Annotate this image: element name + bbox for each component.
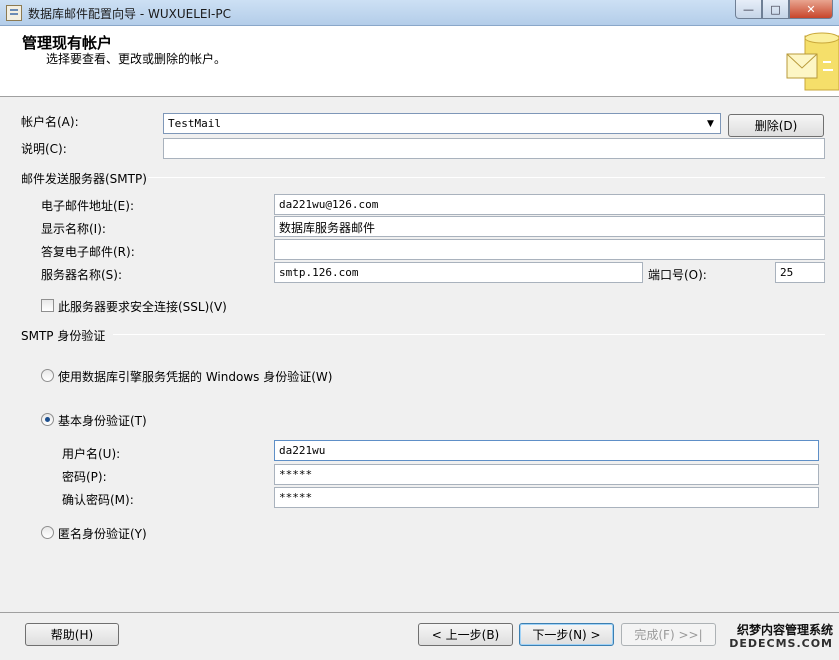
account-name-label: 帐户名(A): — [21, 115, 79, 129]
chevron-down-icon[interactable]: ▼ — [703, 116, 718, 131]
watermark: 织梦内容管理系统 DEDECMS.COM — [727, 623, 833, 651]
anonymous-auth-radio[interactable] — [41, 526, 54, 539]
email-label: 电子邮件地址(E): — [41, 199, 134, 213]
smtp-group-label: 邮件发送服务器(SMTP) — [21, 172, 147, 186]
username-input[interactable]: da221wu — [274, 440, 819, 461]
ssl-checkbox[interactable] — [41, 299, 54, 312]
port-input[interactable]: 25 — [775, 262, 825, 283]
wizard-header: 管理现有帐户 选择要查看、更改或删除的帐户。 — [0, 26, 839, 97]
description-label: 说明(C): — [21, 142, 67, 156]
confirm-password-label: 确认密码(M): — [62, 493, 134, 507]
maximize-button[interactable]: □ — [762, 0, 789, 19]
page-subtitle: 选择要查看、更改或删除的帐户。 — [46, 52, 227, 66]
auth-group-divider — [113, 334, 825, 335]
back-button[interactable]: < 上一步(B) — [418, 623, 513, 646]
app-icon — [6, 5, 22, 21]
minimize-button[interactable]: — — [735, 0, 762, 19]
display-name-label: 显示名称(I): — [41, 222, 106, 236]
window-title: 数据库邮件配置向导 - WUXUELEI-PC — [28, 7, 231, 21]
window-controls: — □ ✕ — [735, 0, 833, 19]
email-input[interactable]: da221wu@126.com — [274, 194, 825, 215]
reply-email-input[interactable] — [274, 239, 825, 260]
password-input[interactable]: ***** — [274, 464, 819, 485]
windows-auth-label[interactable]: 使用数据库引擎服务凭据的 Windows 身份验证(W) — [58, 368, 332, 385]
account-name-dropdown[interactable]: TestMail ▼ — [163, 113, 721, 134]
server-name-label: 服务器名称(S): — [41, 268, 123, 282]
reply-email-label: 答复电子邮件(R): — [41, 245, 135, 259]
smtp-group-divider — [148, 177, 825, 178]
server-name-input[interactable]: smtp.126.com — [274, 262, 643, 283]
account-name-value: TestMail — [168, 117, 221, 130]
watermark-line1: 织梦内容管理系统 — [736, 623, 833, 637]
next-button[interactable]: 下一步(N) > — [519, 623, 614, 646]
windows-auth-radio[interactable] — [41, 369, 54, 382]
basic-auth-radio[interactable] — [41, 413, 54, 426]
basic-auth-label[interactable]: 基本身份验证(T) — [58, 412, 147, 429]
display-name-input[interactable]: 数据库服务器邮件 — [274, 216, 825, 237]
help-button[interactable]: 帮助(H) — [25, 623, 119, 646]
watermark-line2: DEDECMS.COM — [729, 637, 833, 650]
description-input[interactable] — [163, 138, 825, 159]
footer-divider — [0, 612, 839, 613]
finish-button[interactable]: 完成(F) >>| — [621, 623, 716, 646]
auth-group-label: SMTP 身份验证 — [21, 329, 106, 343]
ssl-label[interactable]: 此服务器要求安全连接(SSL)(V) — [58, 298, 227, 315]
wizard-mail-icon — [786, 32, 839, 91]
delete-account-button[interactable]: 删除(D) — [728, 114, 824, 137]
confirm-password-input[interactable]: ***** — [274, 487, 819, 508]
close-button[interactable]: ✕ — [789, 0, 833, 19]
username-label: 用户名(U): — [62, 447, 121, 461]
anonymous-auth-label[interactable]: 匿名身份验证(Y) — [58, 525, 147, 542]
password-label: 密码(P): — [62, 470, 107, 484]
port-label: 端口号(O): — [648, 268, 707, 282]
title-bar: 数据库邮件配置向导 - WUXUELEI-PC — □ ✕ — [0, 0, 839, 26]
